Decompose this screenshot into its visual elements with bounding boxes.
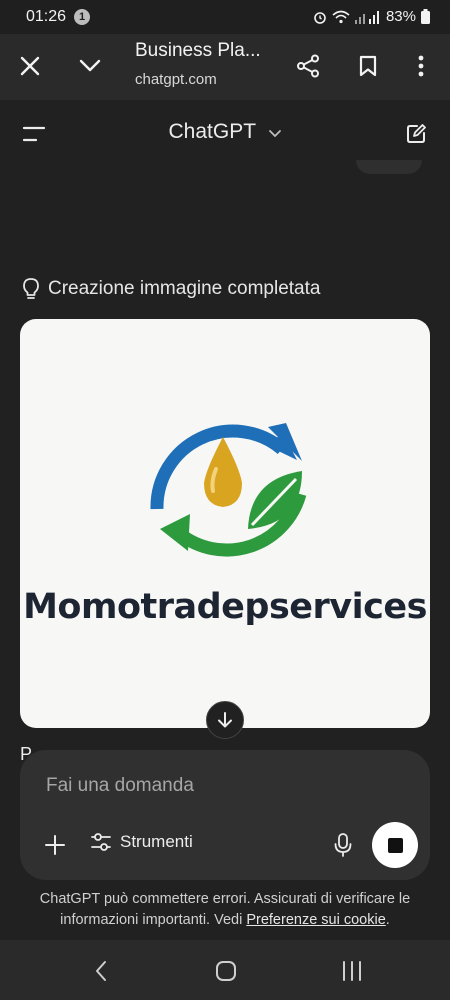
wifi-icon [332,10,350,23]
image-generation-status: Creazione immagine completata [22,277,320,301]
chevron-down-icon [268,120,282,144]
share-icon [297,54,319,78]
bookmark-button[interactable] [353,51,383,81]
more-vertical-icon [418,55,424,77]
model-name: ChatGPT [168,120,256,143]
chat-header: ChatGPT [0,100,450,168]
previous-message-edge [356,160,422,174]
generated-image[interactable]: Momotradepservices [20,319,430,728]
home-icon [216,961,236,981]
more-options-button[interactable] [406,51,436,81]
page-title: Business Pla... [135,40,261,61]
nav-recents-button[interactable] [337,956,367,986]
chevron-down-icon [79,59,101,72]
status-time: 01:26 [26,8,67,25]
disclaimer: ChatGPT può commettere errori. Assicurat… [16,889,434,931]
nav-back-button[interactable] [86,956,116,986]
share-button[interactable] [293,51,323,81]
battery-level: 83% [385,8,416,25]
voice-input-button[interactable] [330,832,356,858]
message-composer: Fai una domanda Strumenti [20,750,430,880]
signal-icon [354,10,379,24]
battery-icon [421,9,430,24]
microphone-icon [334,833,352,857]
cookie-preferences-link[interactable]: Preferenze sui cookie [246,912,385,928]
screen: 01:26 1 83% Business Pla... chatgpt.com [0,0,450,1000]
bookmark-icon [359,55,377,77]
alarm-icon [314,11,326,24]
disclaimer-end: . [385,912,390,928]
tools-button[interactable]: Strumenti [90,832,193,852]
logo-graphic [150,423,307,557]
browser-toolbar: Business Pla... chatgpt.com [0,34,450,100]
lightbulb-icon [23,278,39,299]
new-chat-button[interactable] [403,121,429,147]
plus-icon [45,835,65,855]
stop-generation-button[interactable] [372,822,418,868]
system-navigation-bar [0,940,450,1000]
add-attachment-button[interactable] [42,832,68,858]
page-url: chatgpt.com [135,71,217,88]
minimize-button[interactable] [75,51,105,81]
arrow-down-icon [218,712,232,728]
status-icons: 83% [313,8,430,25]
notification-badge: 1 [74,9,90,25]
status-bar: 01:26 1 83% [0,0,450,34]
close-icon [20,56,40,76]
status-text: Creazione immagine completata [48,278,321,299]
nav-home-button[interactable] [211,956,241,986]
model-selector[interactable]: ChatGPT [0,120,450,144]
scroll-to-bottom-button[interactable] [206,701,244,739]
close-tab-button[interactable] [15,51,45,81]
stop-icon [387,837,403,853]
tools-label: Strumenti [120,832,193,851]
logo-text: Momotradepservices [23,587,427,627]
recents-icon [343,961,361,981]
sliders-icon [91,833,111,851]
edit-icon [407,124,426,143]
back-icon [96,961,106,981]
message-input[interactable]: Fai una domanda [46,775,194,797]
